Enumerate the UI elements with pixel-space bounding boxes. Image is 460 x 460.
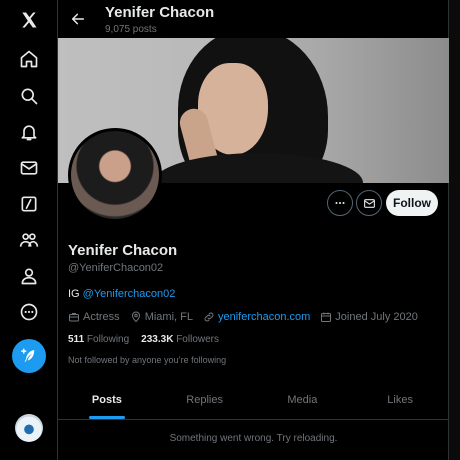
compose-post-button[interactable] xyxy=(12,339,46,373)
meta-location-label: Miami, FL xyxy=(144,311,193,323)
meta-joined-label: Joined July 2020 xyxy=(335,311,418,323)
following-stat[interactable]: 511 Following xyxy=(68,334,129,345)
followers-stat[interactable]: 233.3K Followers xyxy=(141,334,219,345)
profile-column: Yenifer Chacon 9,075 posts Follow Yenife… xyxy=(58,0,449,460)
bio-mention-link[interactable]: @Yeniferchacon02 xyxy=(83,288,176,300)
grok-icon[interactable] xyxy=(9,184,49,224)
ellipsis-icon xyxy=(335,201,345,205)
bio-prefix: IG xyxy=(68,288,83,300)
meta-location: Miami, FL xyxy=(130,311,193,323)
header-name: Yenifer Chacon xyxy=(105,4,215,21)
website-link[interactable]: yeniferchacon.com xyxy=(218,311,310,323)
scrollbar[interactable] xyxy=(449,0,460,460)
briefcase-icon xyxy=(69,313,79,322)
feather-plus-icon xyxy=(21,348,35,362)
bell-icon[interactable] xyxy=(9,112,49,152)
followers-label: Followers xyxy=(176,334,219,345)
profile-handle: @YeniferChacon02 xyxy=(68,262,164,274)
arrow-left-icon xyxy=(71,13,85,25)
meta-category-label: Actress xyxy=(83,311,120,323)
profile-icon[interactable] xyxy=(9,256,49,296)
profile-meta: Actress Miami, FL yeniferchacon.com Join… xyxy=(68,310,428,324)
search-icon[interactable] xyxy=(9,76,49,116)
x-logo-icon[interactable] xyxy=(9,0,49,40)
profile-bio: IG @Yeniferchacon02 xyxy=(68,288,175,300)
link-icon xyxy=(204,312,214,322)
message-button[interactable] xyxy=(356,190,382,216)
tab-replies[interactable]: Replies xyxy=(156,380,254,419)
home-icon[interactable] xyxy=(9,39,49,79)
following-count: 511 xyxy=(68,334,85,345)
tab-posts[interactable]: Posts xyxy=(58,380,156,419)
nav-rail xyxy=(0,0,58,460)
mail-icon[interactable] xyxy=(9,148,49,188)
profile-tabs: Posts Replies Media Likes xyxy=(58,380,449,420)
tab-media[interactable]: Media xyxy=(254,380,352,419)
profile-header-bar: Yenifer Chacon 9,075 posts xyxy=(58,0,449,38)
error-message: Something went wrong. Try reloading. xyxy=(169,433,338,444)
communities-icon[interactable] xyxy=(9,220,49,260)
followers-count: 233.3K xyxy=(141,334,174,345)
profile-name: Yenifer Chacon xyxy=(68,242,178,259)
mutual-followers-note: Not followed by anyone you’re following xyxy=(68,355,227,365)
more-options-button[interactable] xyxy=(327,190,353,216)
follow-button[interactable]: Follow xyxy=(386,190,438,216)
account-avatar[interactable] xyxy=(15,414,43,442)
tab-likes[interactable]: Likes xyxy=(351,380,449,419)
header-post-count: 9,075 posts xyxy=(105,24,157,35)
meta-category: Actress xyxy=(68,311,120,323)
calendar-icon xyxy=(321,312,332,322)
following-label: Following xyxy=(86,334,130,345)
follow-stats: 511 Following 233.3K Followers xyxy=(68,334,231,345)
location-pin-icon xyxy=(131,311,140,323)
profile-avatar[interactable] xyxy=(68,128,162,222)
meta-joined: Joined July 2020 xyxy=(320,311,418,323)
more-icon[interactable] xyxy=(9,292,49,332)
meta-website: yeniferchacon.com xyxy=(203,311,310,323)
mail-icon xyxy=(363,198,375,208)
back-button[interactable] xyxy=(68,9,88,29)
